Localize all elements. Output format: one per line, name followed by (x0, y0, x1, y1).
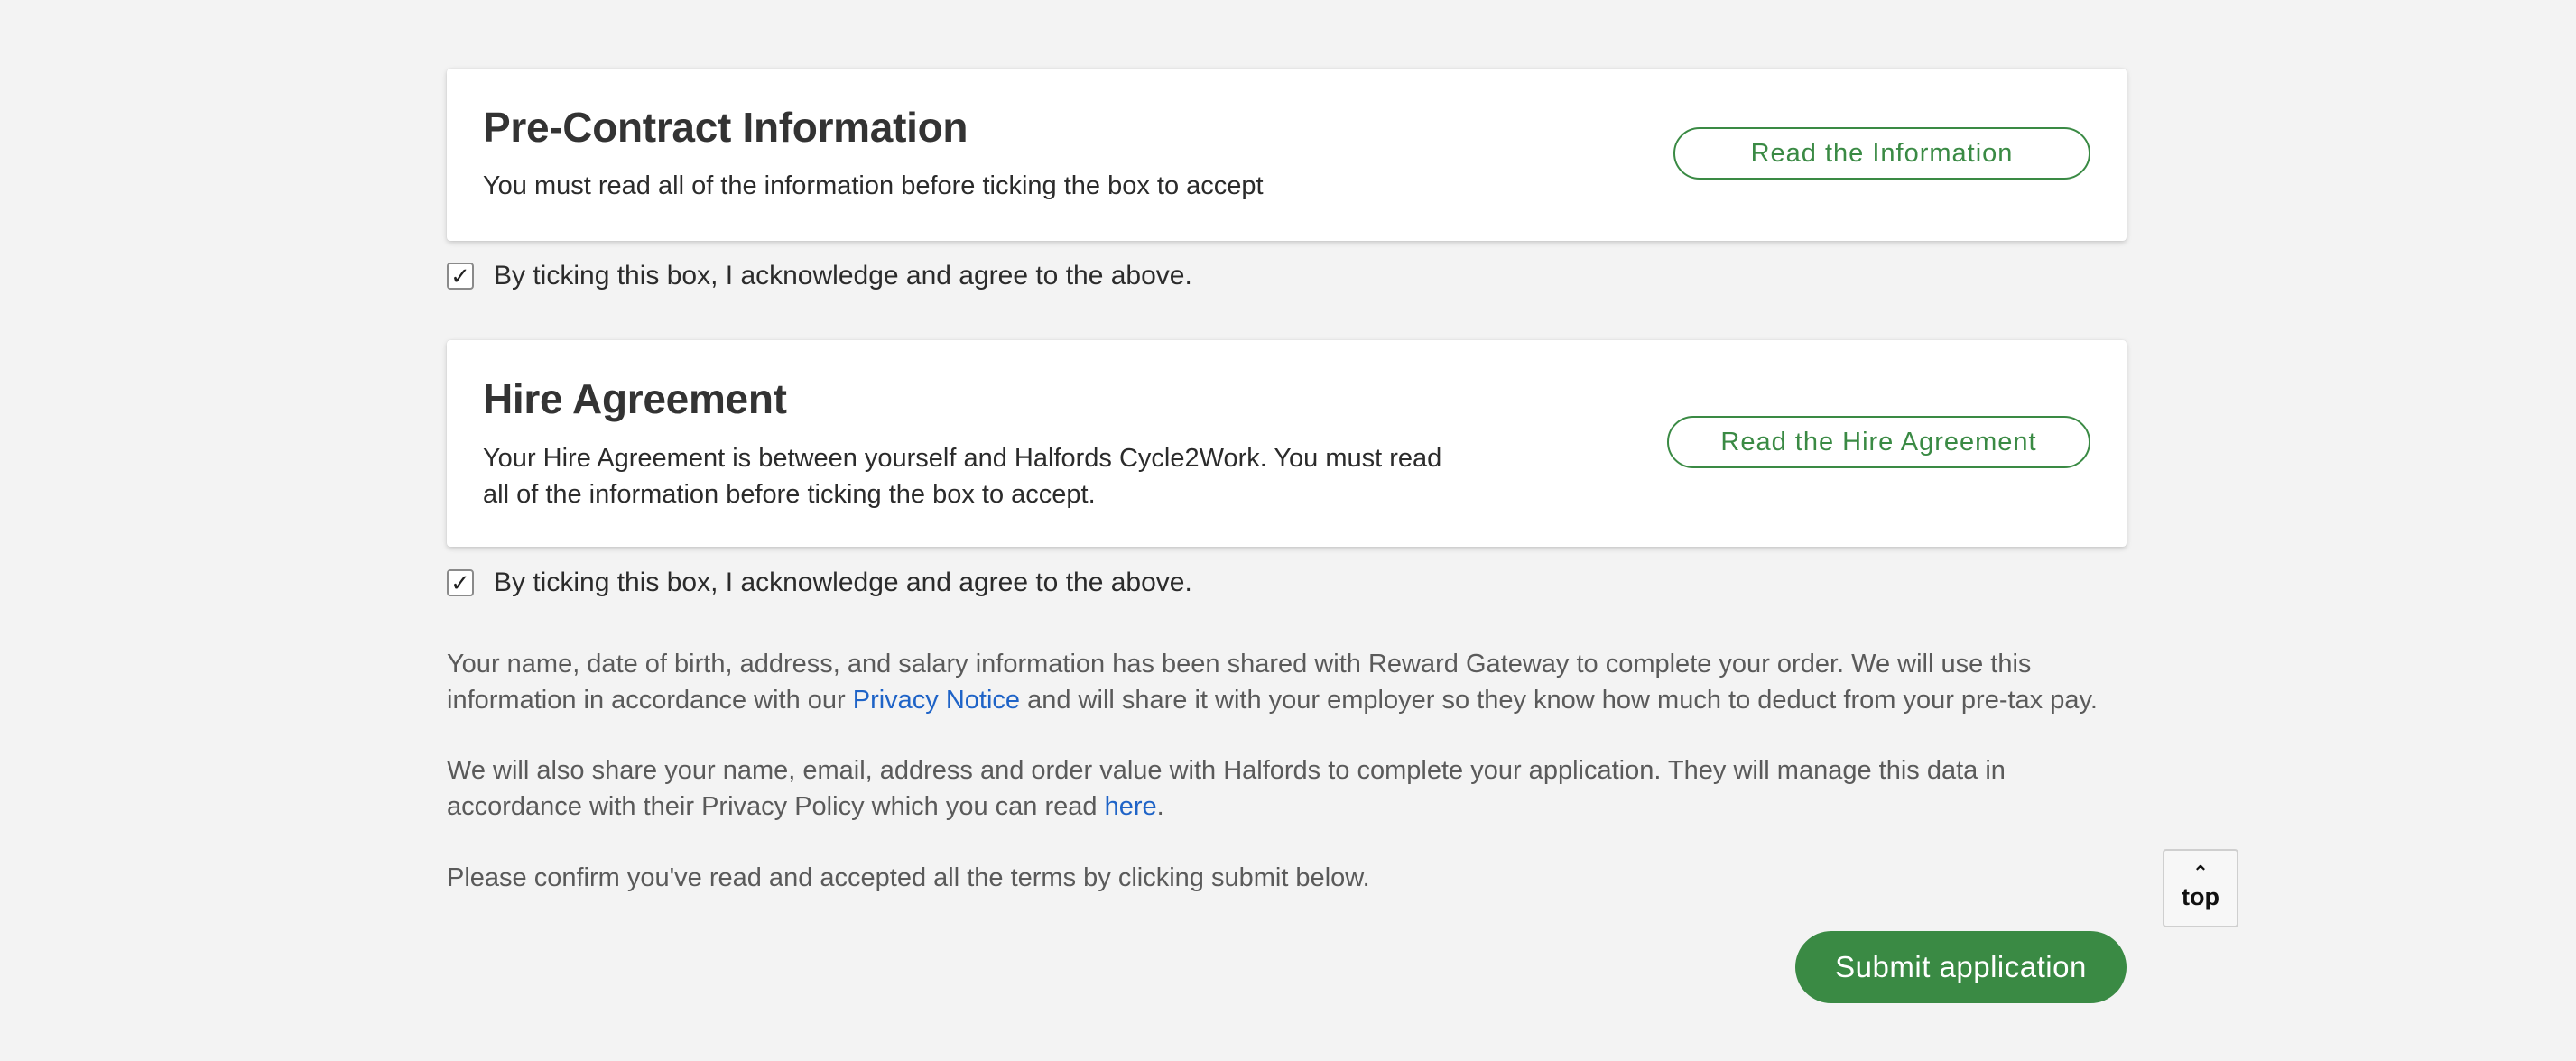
read-hire-agreement-button[interactable]: Read the Hire Agreement (1667, 416, 2090, 468)
privacy-paragraph: Your name, date of birth, address, and s… (447, 646, 2127, 718)
back-to-top-label: top (2182, 883, 2219, 910)
hire-agreement-description: Your Hire Agreement is between yourself … (483, 440, 1441, 512)
pre-contract-description: You must read all of the information bef… (483, 171, 1264, 200)
halfords-text-after: . (1156, 792, 1164, 821)
chevron-up-icon: ⌃ (2191, 862, 2210, 884)
back-to-top-button[interactable]: ⌃ top (2163, 849, 2238, 927)
hire-agreement-checkbox-label[interactable]: By ticking this box, I acknowledge and a… (494, 567, 1192, 598)
pre-contract-title: Pre-Contract Information (483, 104, 968, 151)
pre-contract-checkbox-row[interactable]: ✓ By ticking this box, I acknowledge and… (447, 260, 1192, 292)
read-information-button[interactable]: Read the Information (1673, 127, 2090, 180)
privacy-text-after: and will share it with your employer so … (1020, 686, 2098, 715)
hire-agreement-description-line1: Your Hire Agreement is between yourself … (483, 444, 1442, 473)
halfords-privacy-link[interactable]: here (1105, 792, 1157, 821)
submit-application-button[interactable]: Submit application (1795, 931, 2127, 1003)
privacy-notice-link[interactable]: Privacy Notice (853, 686, 1020, 715)
pre-contract-checkbox[interactable]: ✓ (447, 263, 474, 290)
hire-agreement-title: Hire Agreement (483, 375, 787, 422)
halfords-text-before: We will also share your name, email, add… (447, 756, 2006, 821)
hire-agreement-checkbox-row[interactable]: ✓ By ticking this box, I acknowledge and… (447, 567, 1192, 599)
confirm-text: Please confirm you've read and accepted … (447, 863, 1370, 892)
hire-agreement-card: Hire Agreement Your Hire Agreement is be… (447, 340, 2127, 547)
hire-agreement-description-line2: all of the information before ticking th… (483, 480, 1096, 509)
pre-contract-checkbox-label[interactable]: By ticking this box, I acknowledge and a… (494, 261, 1192, 291)
pre-contract-card: Pre-Contract Information You must read a… (447, 69, 2127, 241)
halfords-paragraph: We will also share your name, email, add… (447, 752, 2127, 825)
hire-agreement-checkbox[interactable]: ✓ (447, 569, 474, 596)
